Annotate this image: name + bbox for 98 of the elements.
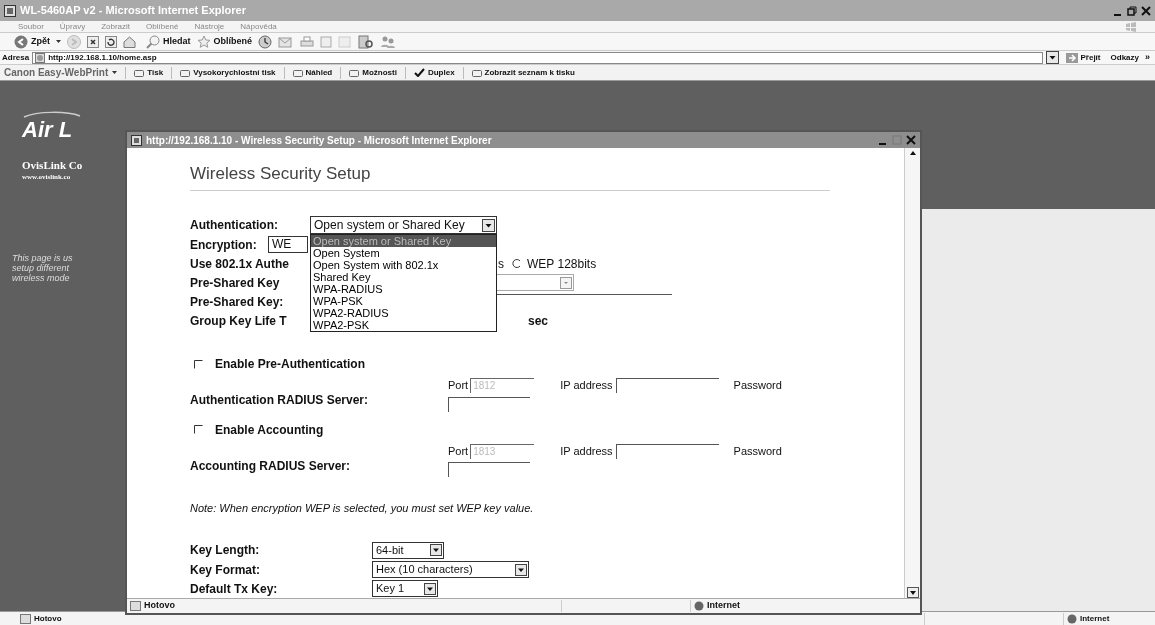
toolbar-icon	[180, 68, 191, 77]
toolbar-icon	[349, 68, 360, 77]
description-text: setup different	[12, 263, 71, 273]
field-label: Key Format:	[190, 562, 260, 577]
description-text: wireless mode	[12, 273, 71, 283]
field-label: Encryption:	[190, 237, 257, 252]
restore-icon[interactable]	[1127, 5, 1137, 16]
company-name: OvisLink Co	[22, 159, 83, 173]
close-icon[interactable]	[906, 135, 916, 145]
home-icon[interactable]	[123, 35, 136, 48]
encryption-field[interactable]: WE	[268, 236, 308, 253]
back-button[interactable]: Zpět	[14, 34, 50, 49]
ip-address-input[interactable]	[615, 443, 719, 459]
browser-icon	[4, 4, 16, 17]
print-toolbar-button[interactable]: Tisk	[134, 66, 164, 79]
checkbox[interactable]	[194, 425, 203, 435]
address-label: Adresa	[2, 51, 30, 64]
browser-icon	[131, 134, 142, 146]
field-label: Enable Pre-Authentication	[215, 357, 366, 372]
page-heading: Wireless Security Setup	[190, 165, 372, 182]
links-button[interactable]: Odkazy	[1107, 51, 1142, 64]
history-icon[interactable]	[258, 34, 273, 49]
field-label: Authentication:	[190, 218, 278, 233]
address-dropdown-icon[interactable]	[1045, 51, 1059, 64]
dropdown-option[interactable]: WPA2-PSK	[311, 319, 496, 332]
dropdown-option[interactable]: Shared Key	[311, 271, 496, 284]
print-toolbar-button[interactable]: Náhled	[292, 66, 333, 79]
dropdown-caret-icon[interactable]	[112, 70, 118, 75]
stop-icon[interactable]	[87, 35, 99, 48]
port-label: Port	[448, 378, 469, 394]
dropdown-select[interactable]: Hex (10 characters)	[372, 561, 529, 578]
dropdown-option[interactable]: WPA2-RADIUS	[311, 307, 496, 320]
ip-address-input[interactable]	[615, 377, 719, 393]
toolbar-icon	[134, 68, 145, 77]
dropdown-option[interactable]: Open System	[311, 247, 496, 260]
windows-logo-icon	[1125, 21, 1137, 32]
page-icon	[130, 601, 141, 611]
status-text: Hotovo	[34, 612, 62, 625]
scrollbar[interactable]	[904, 148, 920, 598]
globe-icon	[694, 601, 704, 611]
field-label-tail: s	[498, 256, 504, 271]
password-label: Password	[733, 378, 782, 394]
port-label: Port	[448, 443, 469, 459]
print-toolbar-button[interactable]: Možnosti	[349, 66, 397, 79]
field-label: Accounting RADIUS Server:	[190, 458, 351, 473]
refresh-icon[interactable]	[105, 35, 117, 48]
ip-address-label: IP address	[560, 443, 613, 459]
toolbar-icon	[292, 68, 303, 77]
ip-address-label: IP address	[560, 378, 613, 394]
close-icon[interactable]	[1141, 5, 1151, 16]
go-button[interactable]: Přejít	[1061, 51, 1105, 64]
favorites-button[interactable]: Oblíbené	[196, 34, 253, 49]
print-toolbar-button[interactable]: Vysokorychlostní tisk	[180, 66, 276, 79]
dropdown-select[interactable]: Key 1	[372, 580, 438, 598]
toolbar-icon	[471, 68, 482, 77]
dropdown-option[interactable]: Open system or Shared Key	[311, 235, 496, 248]
menu-item[interactable]: Soubor	[18, 22, 44, 31]
field-label: Authentication RADIUS Server:	[190, 393, 369, 408]
field-label: Default Tx Key:	[190, 581, 278, 596]
radio-button[interactable]	[512, 259, 521, 269]
zone-text: Internet	[1080, 612, 1111, 625]
print-toolbar-button[interactable]: Zobrazit seznam k tisku	[471, 66, 575, 79]
radio-label: WEP 128bits	[527, 255, 597, 273]
zone-text: Internet	[707, 599, 741, 613]
window-title: WL-5460AP v2 - Microsoft Internet Explorer	[20, 3, 246, 19]
print-toolbar-button[interactable]: Duplex	[413, 66, 455, 79]
status-text: Hotovo	[144, 599, 175, 613]
globe-icon	[1067, 613, 1077, 624]
logo-text: Air L	[22, 119, 73, 141]
menu-item[interactable]: Oblíbené	[146, 22, 179, 31]
scroll-down-icon[interactable]	[906, 587, 919, 598]
description-text: This page is us	[12, 253, 74, 263]
dropdown-option[interactable]: WPA-PSK	[311, 295, 496, 308]
search-button[interactable]: Hledat	[146, 34, 191, 49]
dropdown-select[interactable]: 64-bit	[372, 541, 444, 559]
print-brand-button[interactable]: Canon Easy-WebPrint	[4, 65, 109, 80]
password-input[interactable]	[448, 396, 530, 412]
password-input[interactable]	[448, 462, 530, 478]
dropdown-caret-icon[interactable]	[56, 39, 61, 44]
note-text: Note: When encryption WEP is selected, you must set WEP key value.	[190, 501, 535, 517]
field-label: Pre-Shared Key	[190, 275, 280, 290]
address-field[interactable]: http://192.168.1.10/home.asp	[32, 51, 1043, 64]
field-label: Key Length:	[190, 543, 260, 558]
more-chevron[interactable]: »	[1145, 50, 1153, 65]
dropdown-option[interactable]: WPA-RADIUS	[311, 283, 496, 296]
field-label: Use 802.1x Authe	[190, 256, 289, 271]
field-label: Enable Accounting	[215, 422, 324, 437]
people-icon[interactable]	[380, 34, 397, 49]
unit-label: sec	[528, 312, 549, 330]
page-globe-icon	[35, 52, 46, 63]
field-label: Pre-Shared Key:	[190, 294, 284, 309]
swoosh-icon	[22, 111, 82, 119]
checkbox[interactable]	[194, 359, 203, 369]
dropdown-option[interactable]: Open System with 802.1x	[311, 259, 496, 272]
password-label: Password	[733, 443, 782, 459]
popup-title: http://192.168.1.10 - Wireless Security Setup - Microsoft Internet Explorer	[146, 133, 492, 148]
page-icon	[20, 613, 31, 624]
field-label: Group Key Life T	[190, 313, 287, 328]
